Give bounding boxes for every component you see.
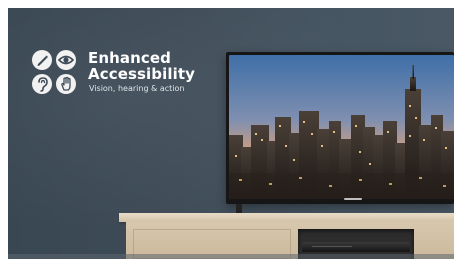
ear-icon bbox=[32, 74, 52, 94]
accessibility-icons bbox=[32, 50, 80, 98]
cabinet-top bbox=[119, 213, 454, 222]
hand-icon bbox=[56, 74, 76, 94]
city-skyline-image bbox=[229, 55, 454, 199]
floor bbox=[8, 254, 454, 259]
blu-ray-player bbox=[302, 242, 410, 252]
promo-scene: Enhanced Accessibility Vision, hearing &… bbox=[8, 8, 454, 259]
blu-ray-tray bbox=[312, 246, 352, 247]
promo-title: Enhanced Accessibility bbox=[88, 50, 238, 82]
tv-brand-logo bbox=[344, 198, 362, 200]
title-line-1: Enhanced bbox=[88, 49, 172, 67]
pen-icon bbox=[32, 50, 52, 70]
accessibility-badge: Enhanced Accessibility Vision, hearing &… bbox=[32, 50, 242, 104]
title-line-2: Accessibility bbox=[88, 65, 195, 83]
promo-subtitle: Vision, hearing & action bbox=[89, 84, 185, 93]
eye-icon bbox=[56, 50, 76, 70]
television bbox=[226, 52, 454, 204]
tv-screen bbox=[229, 55, 454, 199]
